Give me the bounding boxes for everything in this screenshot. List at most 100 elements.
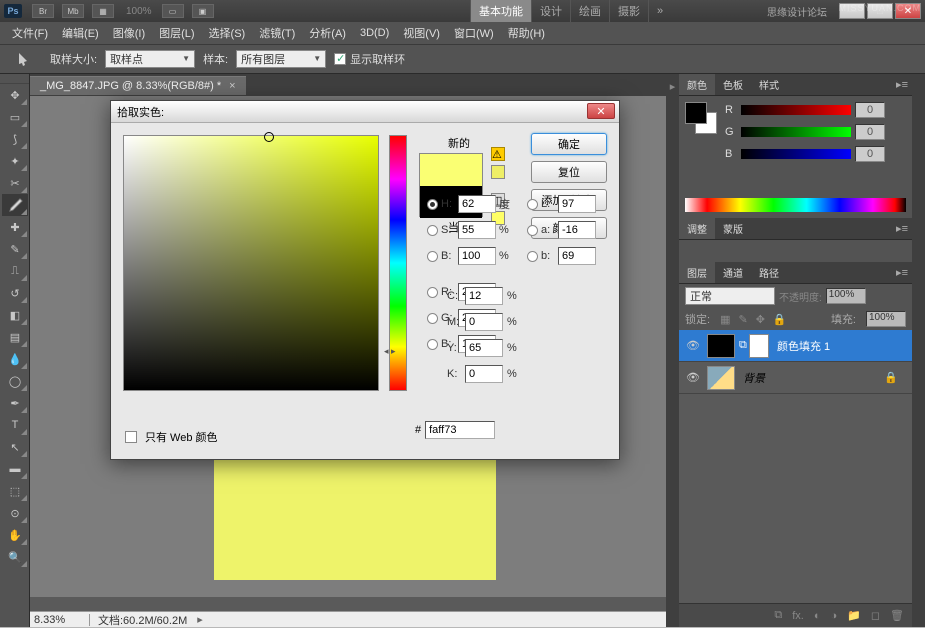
tab-masks[interactable]: 蒙版 [715,218,751,239]
gamut-swatch[interactable] [491,165,505,179]
c-input[interactable] [465,287,503,305]
new-layer-icon[interactable]: ◻ [871,609,880,622]
tab-color[interactable]: 颜色 [679,74,715,95]
tab-paths[interactable]: 路径 [751,262,787,283]
zoom-display[interactable]: 100% [126,6,152,17]
menu-3d[interactable]: 3D(D) [354,25,395,41]
layer-item[interactable]: 👁 背景 🔒 [679,362,912,394]
bridge-icon[interactable]: Br [32,4,54,18]
lock-pixels-icon[interactable]: ✎ [738,313,747,326]
visibility-icon[interactable]: 👁 [683,339,703,352]
hue-slider[interactable]: ◂ ▸ [389,135,407,391]
screenmode-icon[interactable]: ▣ [192,4,214,18]
foreground-color-swatch[interactable] [685,102,707,124]
minibridge-icon[interactable]: Mb [62,4,84,18]
saturation-brightness-picker[interactable] [123,135,379,391]
dialog-titlebar[interactable]: 拾取实色: ✕ [111,101,619,123]
arrange-icon[interactable]: ▭ [162,4,184,18]
l-input[interactable] [558,195,596,213]
menu-view[interactable]: 视图(V) [397,23,446,43]
document-tab[interactable]: _MG_8847.JPG @ 8.33%(RGB/8#) *× [30,76,246,95]
path-select-tool[interactable]: ↖ [2,436,28,458]
layer-fx-icon[interactable]: fx. [792,610,804,622]
blur-tool[interactable]: 💧 [2,348,28,370]
opacity-input[interactable]: 100% [826,288,866,304]
dialog-close-button[interactable]: ✕ [587,103,615,119]
a-radio[interactable] [527,225,538,236]
gamut-warning-icon[interactable]: ⚠ [491,147,505,161]
blend-mode-select[interactable]: 正常 [685,287,775,305]
tab-swatches[interactable]: 色板 [715,74,751,95]
h-radio[interactable] [427,199,438,210]
delete-layer-icon[interactable]: 🗑 [890,609,904,622]
tab-layers[interactable]: 图层 [679,262,715,283]
g-slider[interactable] [741,127,851,137]
hex-input[interactable] [425,421,495,439]
sample-select[interactable]: 所有图层▼ [236,50,326,68]
eraser-tool[interactable]: ◧ [2,304,28,326]
workspace-more[interactable]: » [648,0,671,22]
current-tool-icon[interactable] [10,48,40,70]
fill-input[interactable]: 100% [866,311,906,327]
panel-menu-icon[interactable]: ▸≡ [892,266,912,279]
eyedropper-tool[interactable] [2,194,28,216]
lock-all-icon[interactable]: 🔒 [773,313,787,326]
window-maximize-button[interactable]: □ [867,3,893,19]
link-layers-icon[interactable]: ⧉ [774,609,782,622]
r-radio[interactable] [427,287,438,298]
tab-channels[interactable]: 通道 [715,262,751,283]
wand-tool[interactable]: ✦ [2,150,28,172]
menu-file[interactable]: 文件(F) [6,23,54,43]
g-radio[interactable] [427,313,438,324]
panel-dock-collapse[interactable]: ▸ [666,74,679,627]
r-slider[interactable] [741,105,851,115]
workspace-essentials[interactable]: 基本功能 [470,0,531,22]
y-input[interactable] [465,339,503,357]
move-tool[interactable]: ✥ [2,84,28,106]
layer-thumbnail[interactable] [707,366,735,390]
heal-tool[interactable]: ✚ [2,216,28,238]
g-input[interactable] [855,124,885,140]
close-icon[interactable]: × [229,80,235,92]
ok-button[interactable]: 确定 [531,133,607,155]
bv-input[interactable] [458,247,496,265]
show-ring-checkbox[interactable]: ✓ 显示取样环 [334,51,405,67]
window-minimize-button[interactable]: — [839,3,865,19]
r-input[interactable] [855,102,885,118]
lasso-tool[interactable]: ⟆ [2,128,28,150]
panel-menu-icon[interactable]: ▸≡ [892,222,912,235]
gradient-tool[interactable]: ▤ [2,326,28,348]
menu-filter[interactable]: 滤镜(T) [253,23,301,43]
web-only-checkbox[interactable] [125,431,137,443]
view-extras-icon[interactable]: ▦ [92,4,114,18]
spectrum-bar[interactable] [685,198,906,212]
reset-button[interactable]: 复位 [531,161,607,183]
marquee-tool[interactable]: ▭ [2,106,28,128]
status-doc-info[interactable]: 文档:60.2M/60.2M [90,612,195,628]
menu-analysis[interactable]: 分析(A) [303,23,352,43]
layer-name[interactable]: 背景 [743,370,765,386]
s-radio[interactable] [427,225,438,236]
scrollbar-vertical[interactable] [912,74,925,627]
bl-radio[interactable] [427,339,438,350]
b-slider[interactable] [741,149,851,159]
zoom-tool[interactable]: 🔍 [2,546,28,568]
sample-size-select[interactable]: 取样点▼ [105,50,195,68]
mask-thumbnail[interactable] [749,334,769,358]
menu-select[interactable]: 选择(S) [203,23,252,43]
layer-item[interactable]: 👁 ⧉ 颜色填充 1 [679,330,912,362]
menu-help[interactable]: 帮助(H) [502,23,551,43]
hand-tool[interactable]: ✋ [2,524,28,546]
shape-tool[interactable]: ▬ [2,458,28,480]
dodge-tool[interactable]: ◯ [2,370,28,392]
s-input[interactable] [458,221,496,239]
tab-styles[interactable]: 样式 [751,74,787,95]
layer-name[interactable]: 颜色填充 1 [777,338,830,354]
group-icon[interactable]: 📁 [847,609,861,622]
k-input[interactable] [465,365,503,383]
history-brush-tool[interactable]: ↺ [2,282,28,304]
crop-tool[interactable]: ✂ [2,172,28,194]
3d-tool[interactable]: ⬚ [2,480,28,502]
lock-position-icon[interactable]: ✥ [756,313,765,326]
window-close-button[interactable]: ✕ [895,3,921,19]
